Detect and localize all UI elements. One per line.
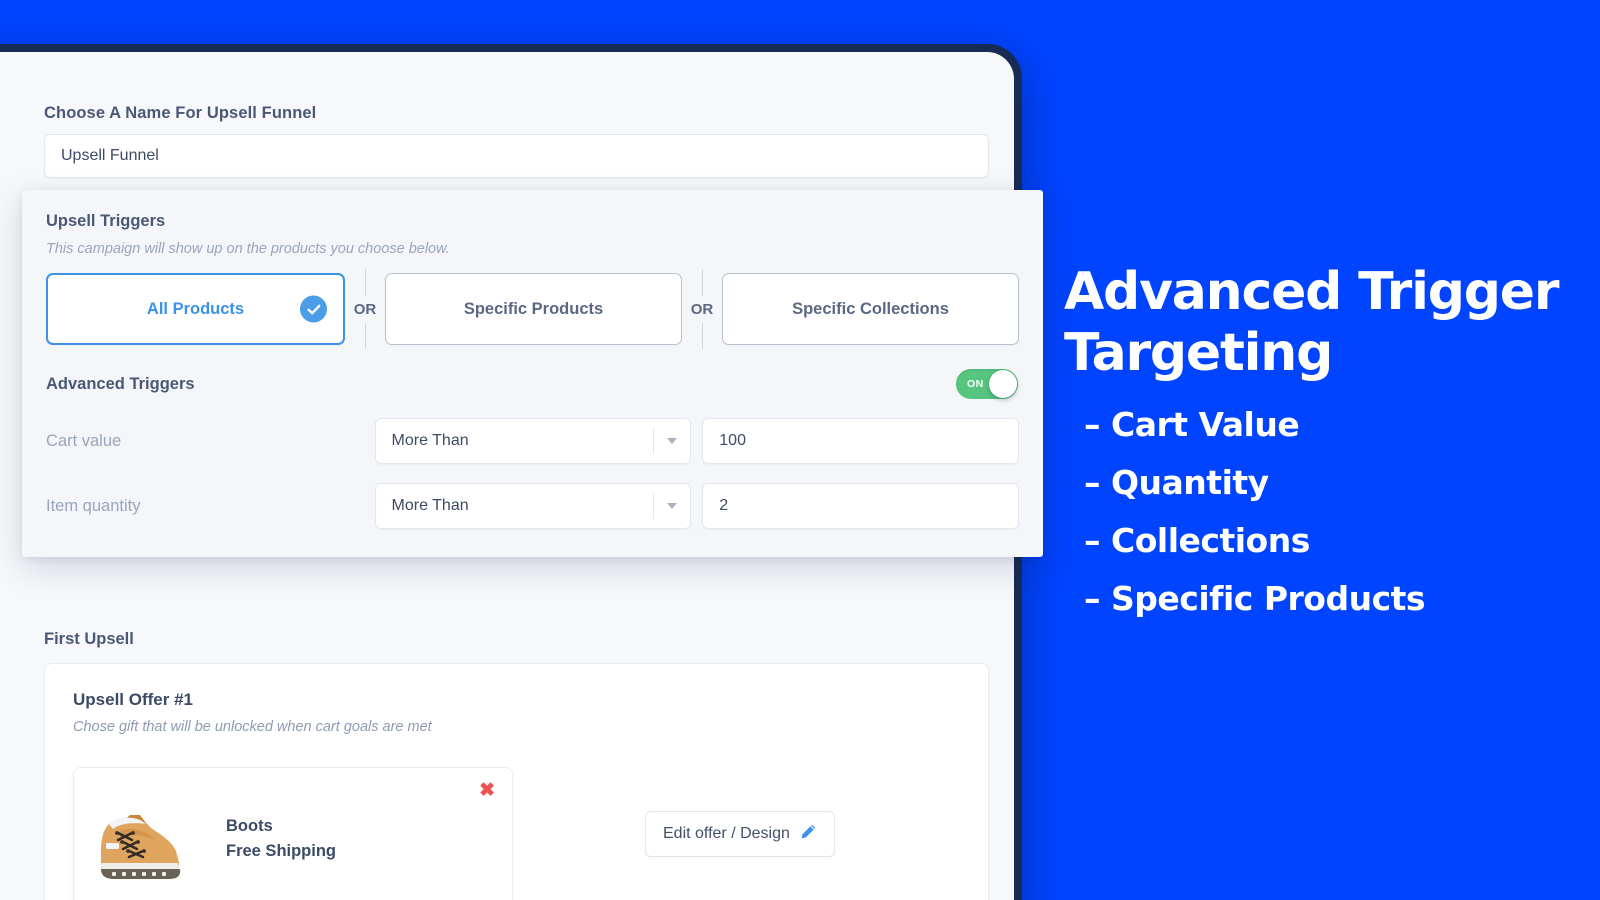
promo-panel: Advanced Trigger Targeting – Cart Value … [1064,0,1600,900]
promo-bullet-cart-value: – Cart Value [1084,405,1300,444]
funnel-name-input[interactable]: Upsell Funnel [44,134,989,178]
promo-feature-list: – Cart Value – Quantity – Collections – … [1084,405,1426,637]
item-quantity-input[interactable]: 2 [702,483,1019,529]
trigger-choice-specific-products-label: Specific Products [463,299,604,318]
item-quantity-label: Item quantity [46,496,141,515]
or-separator-1: OR [345,269,385,349]
chevron-down-icon [667,438,678,444]
advanced-triggers-row: Advanced Triggers ON [46,369,1019,399]
trigger-choice-specific-products[interactable]: Specific Products [385,273,682,345]
item-quantity-number: 2 [719,497,729,514]
cart-value-number: 100 [719,432,746,449]
upsell-offer-title: Upsell Offer #1 [73,690,193,709]
chevron-down-icon [667,503,678,509]
trigger-choice-row: All Products OR Specific Products OR Spe… [46,269,1019,349]
remove-product-icon[interactable]: ✖ [479,781,495,800]
cart-value-label: Cart value [46,431,122,450]
offer-row: ✖ Boots Free Shipping Edit offer / Desig… [73,767,960,900]
promo-headline: Advanced Trigger Targeting [1064,262,1559,384]
select-divider [653,428,655,454]
trigger-choice-specific-collections-label: Specific Collections [792,299,949,318]
upsell-triggers-panel: Upsell Triggers This campaign will show … [22,190,1043,557]
condition-row-cart-value: Cart value More Than 100 [46,418,1019,464]
funnel-name-section: Choose A Name For Upsell Funnel Upsell F… [44,104,989,178]
funnel-name-value: Upsell Funnel [61,147,159,164]
product-text: Boots Free Shipping [226,814,336,864]
promo-bullet-quantity: – Quantity [1084,463,1269,502]
first-upsell-section: First Upsell Upsell Offer #1 Chose gift … [44,630,1014,900]
screenshot-stage: Choose A Name For Upsell Funnel Upsell F… [0,0,1600,900]
check-circle-icon [300,295,327,323]
upsell-offer-subtitle: Chose gift that will be unlocked when ca… [73,719,432,735]
cart-value-operator-value: More Than [391,432,469,449]
product-name: Boots [226,817,273,836]
upsell-triggers-title: Upsell Triggers [46,212,166,230]
upsell-triggers-subtitle: This campaign will show up on the produc… [46,241,450,257]
edit-offer-design-label: Edit offer / Design [663,825,790,842]
trigger-choice-specific-collections[interactable]: Specific Collections [722,273,1019,345]
select-divider [653,493,655,519]
or-label-2: OR [686,295,718,323]
cart-value-input[interactable]: 100 [702,418,1019,464]
advanced-triggers-toggle[interactable]: ON [956,369,1018,399]
funnel-name-label: Choose A Name For Upsell Funnel [44,104,317,122]
condition-row-item-quantity: Item quantity More Than 2 [46,483,1019,529]
toggle-knob [989,370,1017,398]
first-upsell-title: First Upsell [44,630,134,648]
product-perk: Free Shipping [226,842,337,860]
toggle-state-label: ON [967,378,984,390]
edit-offer-design-button[interactable]: Edit offer / Design [645,811,835,857]
promo-bullet-collections: – Collections [1084,521,1310,560]
or-separator-2: OR [682,269,722,349]
or-label-1: OR [349,295,381,323]
item-quantity-operator-value: More Than [391,497,469,514]
boot-product-image [96,793,200,885]
item-quantity-operator-select[interactable]: More Than [374,483,692,529]
upsell-offer-card: Upsell Offer #1 Chose gift that will be … [44,663,989,900]
trigger-choice-all-products-label: All Products [146,299,245,318]
trigger-choice-all-products[interactable]: All Products [46,273,345,345]
promo-bullet-specific-products: – Specific Products [1084,579,1426,618]
product-card[interactable]: ✖ Boots Free Shipping [73,767,513,900]
advanced-triggers-label: Advanced Triggers [46,374,195,393]
cart-value-operator-select[interactable]: More Than [374,418,692,464]
pencil-icon [800,823,817,845]
